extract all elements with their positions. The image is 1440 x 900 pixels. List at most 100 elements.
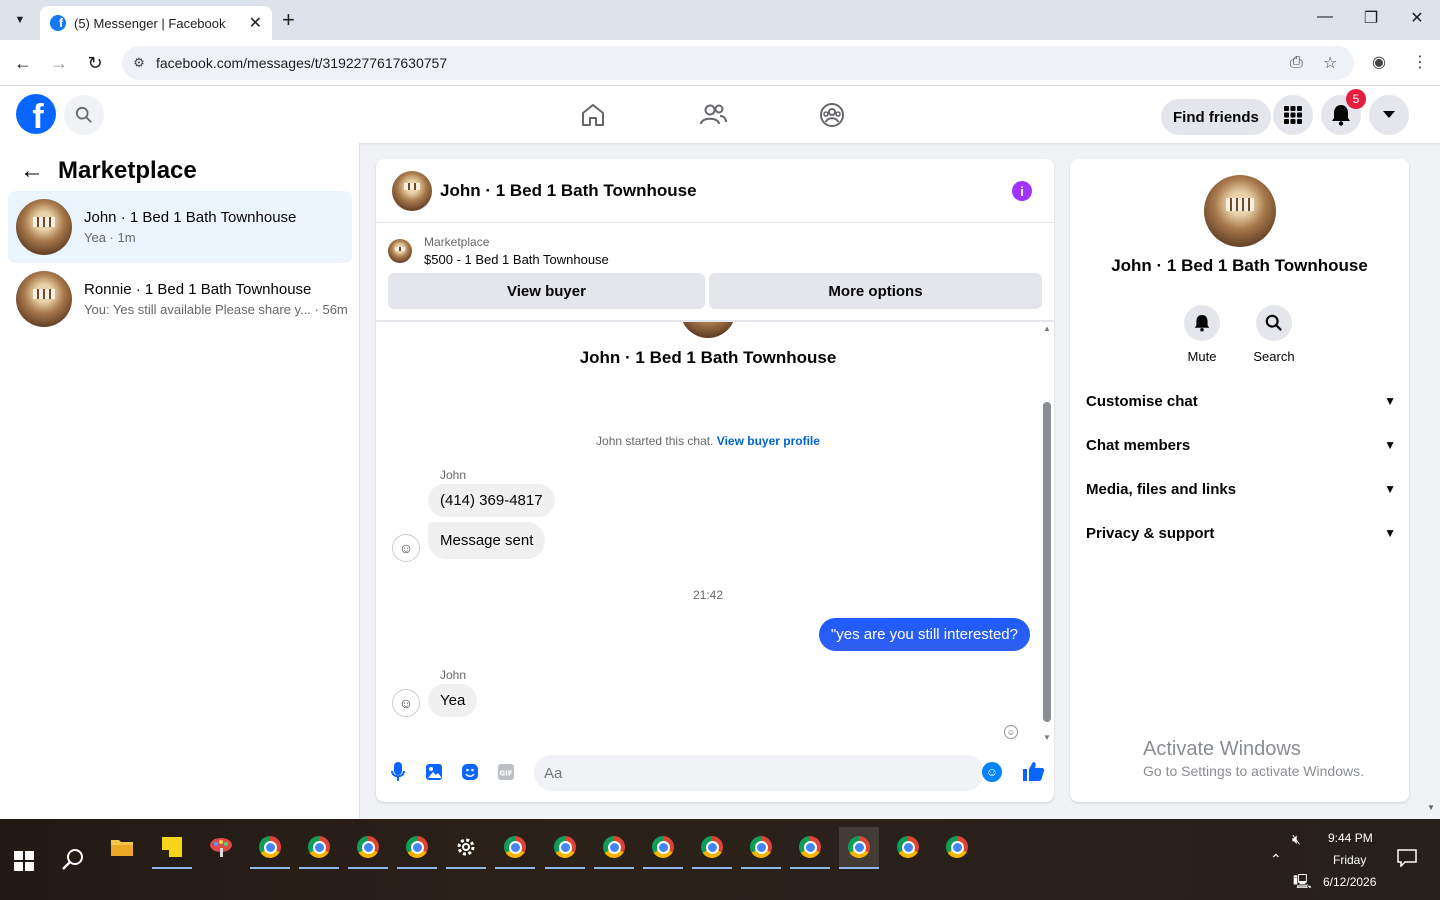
profile-name: John · 1 Bed 1 Bath Townhouse xyxy=(1111,256,1368,275)
active-indicator xyxy=(692,867,732,869)
clock-day[interactable]: Friday xyxy=(1333,853,1366,867)
omnibox[interactable]: ⚙ facebook.com/messages/t/31922776176307… xyxy=(122,46,1354,80)
clock-time[interactable]: 9:44 PM xyxy=(1328,831,1373,845)
site-info-icon[interactable]: ⚙ xyxy=(122,55,156,71)
search-icon[interactable] xyxy=(64,95,104,135)
more-options-button[interactable]: More options xyxy=(709,273,1042,309)
chrome-icon[interactable] xyxy=(495,827,535,869)
active-indicator xyxy=(741,867,781,869)
clock-date[interactable]: 6/12/2026 xyxy=(1323,875,1376,889)
search-icon[interactable] xyxy=(60,847,86,873)
friends-icon[interactable] xyxy=(698,100,728,130)
chrome-profile-6-icon[interactable] xyxy=(594,827,634,869)
like-thumb-icon[interactable] xyxy=(1020,758,1046,784)
panel-title: Marketplace xyxy=(58,157,197,184)
chrome-profile-11-icon[interactable] xyxy=(888,827,928,867)
outgoing-message-bubble[interactable]: "yes are you still interested? xyxy=(818,618,1030,651)
chat-thumbnail[interactable] xyxy=(392,170,432,211)
chrome-profile-3-icon[interactable] xyxy=(348,827,388,869)
profile-icon[interactable]: ◉ xyxy=(1372,52,1386,72)
profile-thumbnail[interactable] xyxy=(1204,175,1276,247)
back-arrow-icon[interactable]: ← xyxy=(20,157,44,185)
view-buyer-button[interactable]: View buyer xyxy=(388,273,705,309)
browser-tab[interactable]: f (5) Messenger | Facebook ✕ xyxy=(40,6,272,40)
minimize-button[interactable]: — xyxy=(1313,8,1337,26)
item-label: Customise chat xyxy=(1086,392,1198,410)
message-bubble[interactable]: Message sent xyxy=(428,522,546,559)
scroll-down-icon[interactable]: ▼ xyxy=(1043,733,1051,742)
microphone-icon[interactable] xyxy=(388,762,408,782)
sticky-notes-icon[interactable] xyxy=(152,827,192,869)
sender-avatar[interactable]: ☺ xyxy=(392,689,420,717)
media-files-links-item[interactable]: Media, files and links ▼ xyxy=(1086,469,1396,509)
marketplace-listing-row[interactable]: Marketplace $500 - 1 Bed 1 Bath Townhous… xyxy=(388,235,609,267)
page-scroll-down-icon[interactable]: ▼ xyxy=(1427,803,1435,812)
menu-grid-icon[interactable] xyxy=(1273,95,1313,135)
chrome-profile-10-icon[interactable] xyxy=(790,827,830,869)
volume-muted-icon[interactable]: 🔇︎ xyxy=(1292,831,1301,848)
windows-taskbar: 🔇︎ ⌃ 🖳︎ 9:44 PM Friday 6/12/2026 xyxy=(0,819,1440,900)
scroll-thumb[interactable] xyxy=(1043,402,1051,722)
tab-close-icon[interactable]: ✕ xyxy=(249,13,262,33)
chat-scrollbar[interactable]: ▲ ▼ xyxy=(1040,324,1054,742)
sender-avatar[interactable]: ☺ xyxy=(392,534,420,562)
new-tab-button[interactable]: + xyxy=(282,8,295,32)
paint-app-icon[interactable] xyxy=(201,827,241,867)
message-bubble[interactable]: (414) 369-4817 xyxy=(428,484,555,517)
photo-icon[interactable] xyxy=(424,762,444,782)
browser-menu-icon[interactable]: ⋮ xyxy=(1412,52,1428,72)
file-explorer-icon[interactable] xyxy=(102,827,142,867)
message-bubble[interactable]: Yea xyxy=(428,684,478,717)
restore-button[interactable]: ❐ xyxy=(1359,8,1383,28)
chevron-up-icon[interactable]: ⌃ xyxy=(1270,851,1282,868)
chrome-profile-4-icon[interactable] xyxy=(397,827,437,869)
forward-icon[interactable]: → xyxy=(46,50,72,76)
search-chat-button[interactable]: Search xyxy=(1244,305,1304,364)
chrome-profile-9-icon[interactable] xyxy=(741,827,781,869)
chrome-profile-8-icon[interactable] xyxy=(692,827,732,869)
tab-search-chevron-icon[interactable]: ▼ xyxy=(8,8,32,32)
active-indicator xyxy=(250,867,290,869)
active-indicator xyxy=(545,867,585,869)
account-dropdown-icon[interactable] xyxy=(1369,95,1409,135)
chat-members-item[interactable]: Chat members ▼ xyxy=(1086,425,1396,465)
scroll-up-icon[interactable]: ▲ xyxy=(1043,324,1051,333)
conversation-item-john[interactable]: John · 1 Bed 1 Bath Townhouse Yea · 1m xyxy=(8,191,352,263)
mute-label: Mute xyxy=(1187,349,1217,364)
notification-badge: 5 xyxy=(1346,89,1366,109)
network-icon[interactable]: 🖳︎ xyxy=(1293,871,1312,895)
privacy-support-item[interactable]: Privacy & support ▼ xyxy=(1086,513,1396,553)
chrome-profile-12-icon[interactable] xyxy=(937,827,977,867)
install-app-icon[interactable]: ⎙ xyxy=(1290,54,1303,72)
chrome-profile-5-icon[interactable] xyxy=(545,827,585,869)
close-window-button[interactable]: ✕ xyxy=(1405,8,1429,28)
url-text[interactable]: facebook.com/messages/t/3192277617630757 xyxy=(156,55,447,71)
conversation-item-ronnie[interactable]: Ronnie · 1 Bed 1 Bath Townhouse You: Yes… xyxy=(8,263,352,335)
browser-tab-bar: ▼ f (5) Messenger | Facebook ✕ + — ❐ ✕ xyxy=(0,0,1440,40)
mute-button[interactable]: Mute xyxy=(1172,305,1232,364)
view-buyer-profile-link[interactable]: View buyer profile xyxy=(717,434,820,448)
active-indicator xyxy=(643,867,683,869)
windows-start-icon[interactable] xyxy=(14,851,34,871)
bookmark-star-icon[interactable]: ☆ xyxy=(1323,53,1337,73)
emoji-icon[interactable]: ☺ xyxy=(982,762,1002,782)
info-icon[interactable]: i xyxy=(1012,181,1032,201)
groups-icon[interactable] xyxy=(817,100,847,130)
chat-title[interactable]: John · 1 Bed 1 Bath Townhouse xyxy=(440,181,697,201)
chrome-profile-active-icon[interactable] xyxy=(839,827,879,869)
settings-gear-icon[interactable] xyxy=(446,827,486,869)
reload-icon[interactable]: ↻ xyxy=(82,50,108,76)
facebook-logo-icon[interactable]: f xyxy=(16,94,56,134)
chrome-profile-2-icon[interactable] xyxy=(299,827,339,869)
message-input[interactable] xyxy=(534,755,984,791)
find-friends-button[interactable]: Find friends xyxy=(1161,99,1271,135)
notification-center-icon[interactable] xyxy=(1397,849,1417,870)
chrome-profile-1-icon[interactable] xyxy=(250,827,290,869)
listing-thumbnail xyxy=(16,271,72,327)
back-icon[interactable]: ← xyxy=(10,50,36,76)
sticker-icon[interactable] xyxy=(460,762,480,782)
chrome-profile-7-icon[interactable] xyxy=(643,827,683,869)
home-icon[interactable] xyxy=(578,100,608,130)
customise-chat-item[interactable]: Customise chat ▼ xyxy=(1086,381,1396,421)
gif-icon[interactable]: GIF xyxy=(496,762,516,782)
